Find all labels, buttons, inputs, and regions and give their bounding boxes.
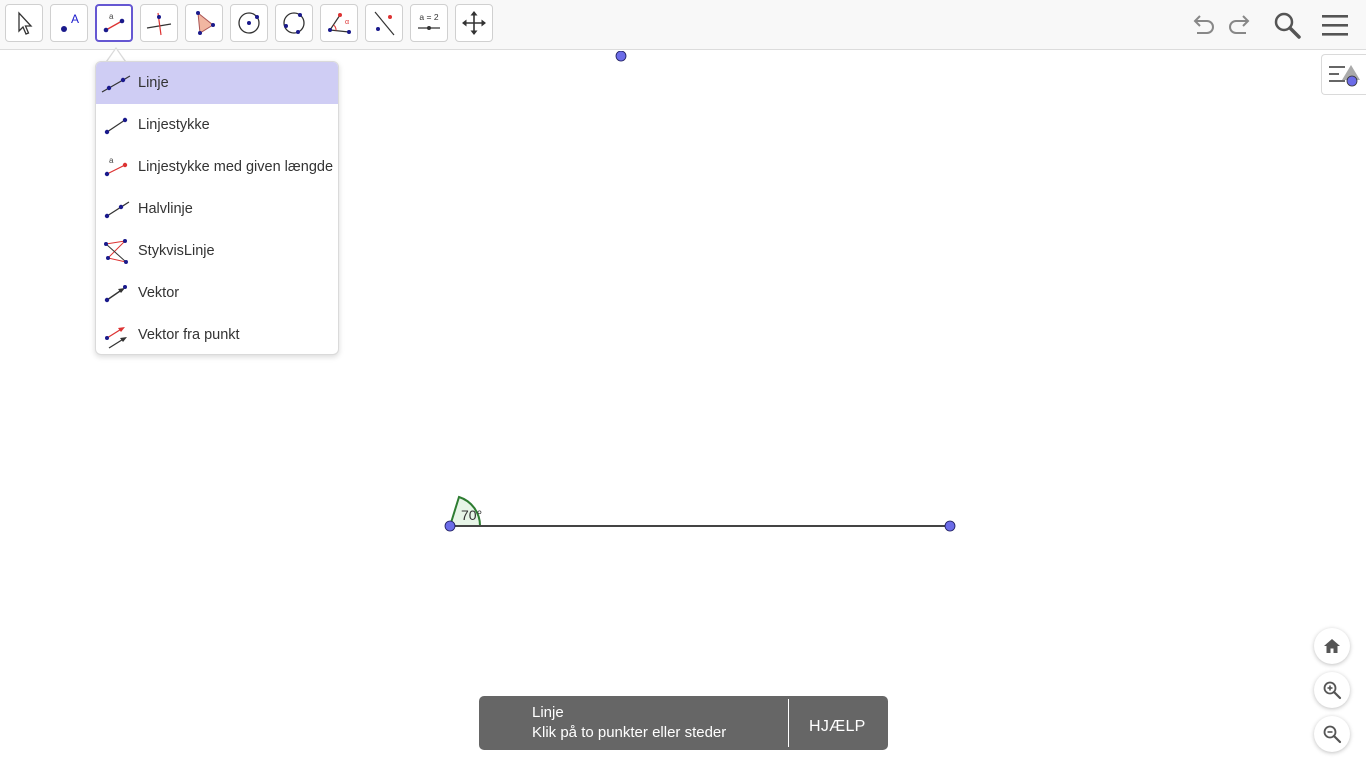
point-tool-button[interactable]: A: [50, 4, 88, 42]
slider-icon: a = 2: [418, 12, 440, 30]
menu-item-label: Linjestykke: [138, 117, 210, 133]
segment-fixed-length-icon: a: [96, 146, 136, 188]
segment-length-tool-button[interactable]: a: [95, 4, 133, 42]
point-top[interactable]: [615, 51, 627, 62]
svg-text:α: α: [345, 19, 349, 26]
menu-item-label: Linje: [138, 75, 169, 91]
tool-dropdown-menu: Linje Linjestykke a Linjestykke med give…: [95, 61, 339, 355]
main-menu-button[interactable]: [1317, 8, 1351, 42]
vector-icon: [96, 272, 136, 314]
zoom-out-button[interactable]: [1314, 716, 1350, 752]
polyline-icon: [96, 230, 136, 272]
help-button[interactable]: HJÆLP: [809, 718, 866, 736]
menu-item-segment-fixed-length[interactable]: a Linjestykke med given længde: [96, 146, 338, 188]
search-button[interactable]: [1270, 8, 1304, 42]
angle-label: 70°: [461, 507, 482, 523]
menu-item-label: Linjestykke med given længde: [138, 159, 334, 175]
tooltip-text: Klik på to punkter eller steder: [532, 724, 727, 741]
move-graphics-icon: [462, 11, 486, 35]
segment-length-icon: a: [103, 12, 125, 33]
svg-text:a = 2: a = 2: [419, 12, 438, 22]
circle-center-icon: [238, 12, 260, 34]
svg-text:A: A: [71, 12, 79, 26]
point-left[interactable]: [444, 520, 456, 532]
angle-icon: α: [328, 13, 351, 34]
tool-help-tooltip: Linje Klik på to punkter eller steder HJ…: [479, 696, 888, 750]
svg-text:a: a: [109, 12, 114, 21]
menu-item-segment[interactable]: Linjestykke: [96, 104, 338, 146]
undo-button[interactable]: [1186, 8, 1220, 42]
menu-item-ray[interactable]: Halvlinje: [96, 188, 338, 230]
arrow-pointer-icon: [18, 11, 33, 35]
menu-item-line[interactable]: Linje: [96, 62, 338, 104]
redo-button[interactable]: [1223, 8, 1257, 42]
tooltip-title: Linje: [532, 704, 564, 721]
menu-item-label: StykvisLinje: [138, 243, 215, 259]
toolbar: A a α a = 2: [0, 0, 1366, 50]
angle-tool-button[interactable]: α: [320, 4, 358, 42]
menu-icon: [1322, 15, 1348, 36]
perpendicular-tool-button[interactable]: [140, 4, 178, 42]
polygon-tool-button[interactable]: [185, 4, 223, 42]
reflect-line-icon: [374, 11, 395, 36]
zoom-out-icon: [1323, 725, 1342, 744]
line-icon: [96, 62, 136, 104]
undo-icon: [1193, 15, 1214, 34]
segment-icon: [96, 104, 136, 146]
menu-item-label: Vektor: [138, 285, 180, 301]
perpendicular-icon: [146, 12, 172, 36]
circle-tool-button[interactable]: [230, 4, 268, 42]
menu-item-vector-from-point[interactable]: Vektor fra punkt: [96, 314, 338, 354]
move-graphics-tool-button[interactable]: [455, 4, 493, 42]
algebra-view-toggle[interactable]: [1321, 54, 1366, 95]
standard-view-button[interactable]: [1314, 628, 1350, 664]
home-icon: [1324, 639, 1340, 653]
point-right[interactable]: [944, 520, 956, 532]
ray-icon: [96, 188, 136, 230]
reflect-tool-button[interactable]: [365, 4, 403, 42]
menu-item-label: Vektor fra punkt: [138, 327, 240, 343]
menu-item-label: Halvlinje: [138, 201, 193, 217]
point-icon: A: [61, 12, 79, 32]
menu-item-vector[interactable]: Vektor: [96, 272, 338, 314]
circle-three-points-icon: [283, 12, 305, 34]
algebra-view-icon: [1329, 64, 1360, 86]
zoom-in-icon: [1323, 681, 1342, 700]
search-icon: [1274, 12, 1301, 39]
menu-item-polyline[interactable]: StykvisLinje: [96, 230, 338, 272]
polygon-icon: [196, 11, 215, 35]
circle-3pts-tool-button[interactable]: [275, 4, 313, 42]
redo-icon: [1229, 15, 1250, 34]
slider-tool-button[interactable]: a = 2: [410, 4, 448, 42]
vector-from-point-icon: [96, 314, 136, 354]
move-tool-button[interactable]: [5, 4, 43, 42]
svg-text:a: a: [109, 156, 114, 165]
tooltip-divider: [788, 699, 789, 747]
zoom-in-button[interactable]: [1314, 672, 1350, 708]
